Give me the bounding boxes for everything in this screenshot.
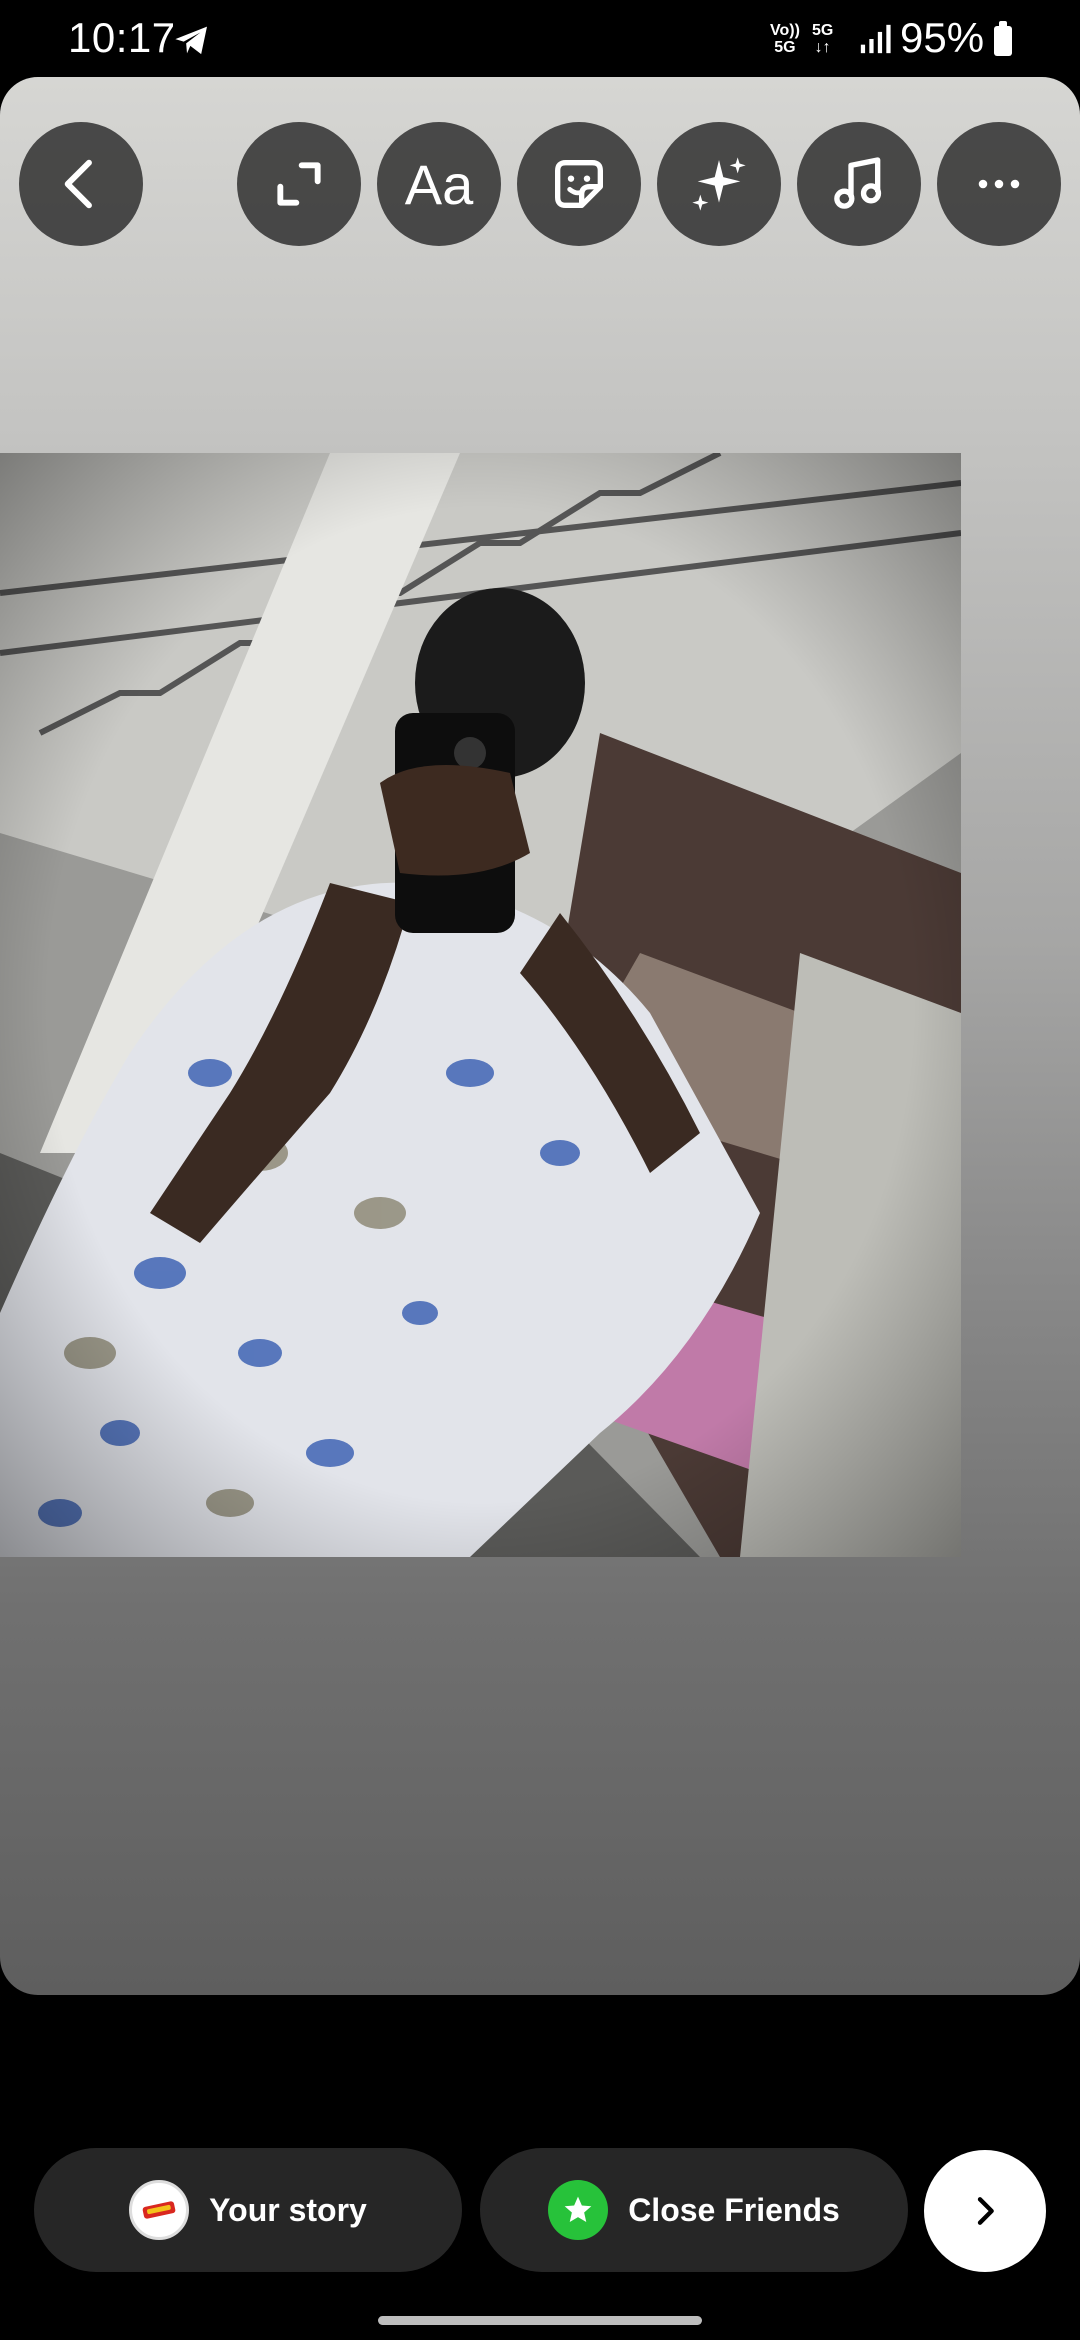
mirror-selfie-image xyxy=(0,453,961,1557)
network-type-indicator: 5G ↓↑ xyxy=(812,22,834,56)
chevron-right-icon xyxy=(977,2197,994,2225)
text-button[interactable]: Aa xyxy=(377,122,501,246)
back-button[interactable] xyxy=(19,122,143,246)
signal-icon xyxy=(860,24,891,54)
back-icon xyxy=(64,159,92,209)
close-friends-label: Close Friends xyxy=(628,2191,840,2228)
text-icon: Aa xyxy=(404,152,474,216)
your-story-label: Your story xyxy=(209,2191,367,2228)
home-indicator[interactable] xyxy=(378,2316,702,2325)
sticker-icon xyxy=(555,160,603,208)
close-friends-button[interactable]: Close Friends xyxy=(480,2148,908,2272)
star-icon xyxy=(564,2196,592,2222)
story-canvas[interactable]: Aa xyxy=(0,77,1080,1995)
status-bar: 10:17 Vo)) 5G 5G ↓↑ 95% xyxy=(0,0,1080,78)
next-button[interactable] xyxy=(924,2150,1046,2272)
effects-icon xyxy=(692,157,746,211)
sticker-button[interactable] xyxy=(517,122,641,246)
story-photo[interactable] xyxy=(0,453,961,1557)
effects-button[interactable] xyxy=(657,122,781,246)
more-button[interactable] xyxy=(937,122,1061,246)
your-story-button[interactable]: Your story xyxy=(34,2148,462,2272)
battery-percent: 95% xyxy=(900,14,985,61)
volte-indicator: Vo)) 5G xyxy=(770,22,800,56)
more-icon xyxy=(978,179,1020,189)
resize-button[interactable] xyxy=(237,122,361,246)
music-icon xyxy=(834,157,882,209)
telegram-icon xyxy=(175,26,207,55)
avatar xyxy=(129,2180,190,2240)
status-time: 10:17 xyxy=(68,14,176,61)
avatar-logo-icon xyxy=(139,2190,180,2230)
close-friends-star-badge xyxy=(548,2180,609,2240)
battery-icon xyxy=(994,21,1012,56)
music-button[interactable] xyxy=(797,122,921,246)
resize-icon xyxy=(277,162,321,206)
